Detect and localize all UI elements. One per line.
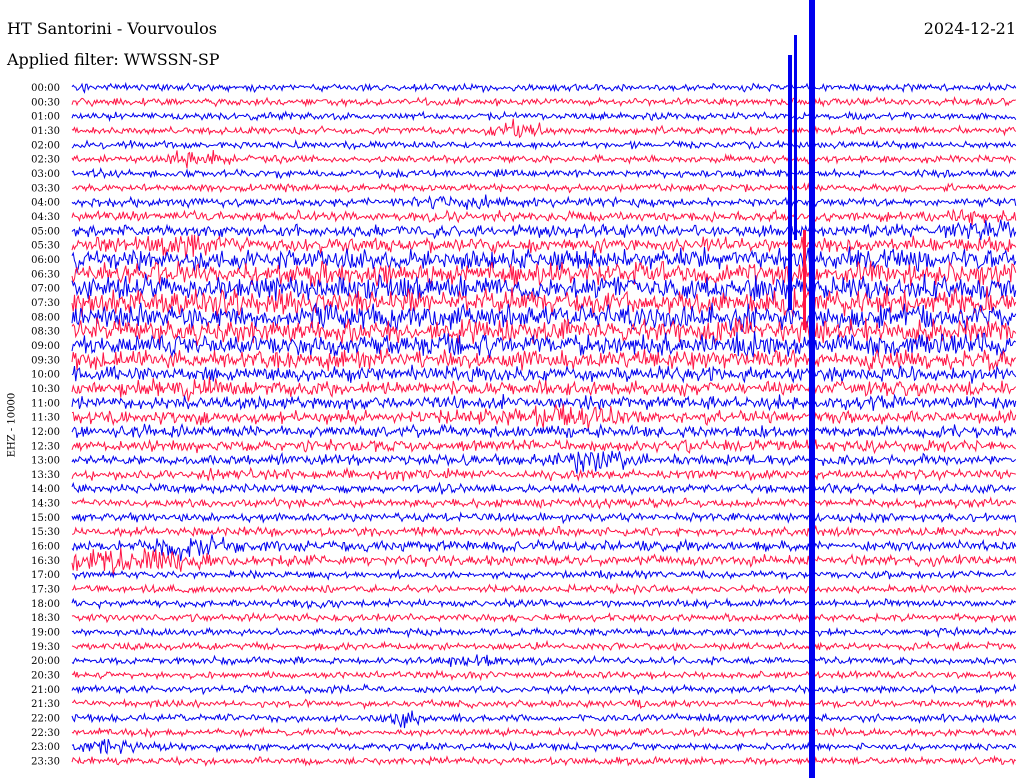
trace-row	[71, 639, 1017, 652]
row-time-label: 03:30	[31, 183, 60, 194]
row-time-label: 02:00	[31, 140, 60, 151]
row-time-label: 12:00	[31, 427, 60, 438]
row-time-label: 06:00	[31, 255, 60, 266]
trace-row	[71, 496, 1017, 510]
trace-row	[71, 450, 1017, 474]
row-time-label: 20:30	[31, 671, 60, 682]
trace-row	[71, 208, 1017, 226]
trace-row	[71, 139, 1017, 151]
trace-row	[71, 710, 1017, 729]
row-time-label: 00:30	[31, 97, 60, 108]
row-time-label: 08:30	[31, 327, 60, 338]
trace-row	[71, 697, 1017, 711]
trace-row	[71, 626, 1017, 639]
trace-row	[71, 597, 1017, 610]
row-time-label: 03:00	[31, 169, 60, 180]
row-time-label: 13:30	[31, 470, 60, 481]
trace-row	[71, 167, 1017, 180]
row-time-label: 06:30	[31, 269, 60, 280]
row-time-label: 07:30	[31, 298, 60, 309]
trace-row	[71, 466, 1016, 482]
trace-row	[71, 582, 1017, 596]
row-time-label: 23:00	[31, 742, 60, 753]
event-spike	[794, 35, 797, 240]
row-time-label: 10:30	[31, 384, 60, 395]
row-time-label: 20:00	[31, 656, 60, 667]
row-time-label: 09:00	[31, 341, 60, 352]
row-time-label: 04:30	[31, 212, 60, 223]
row-time-label: 21:00	[31, 685, 60, 696]
trace-row	[71, 194, 1017, 210]
trace-row	[71, 118, 1017, 139]
row-time-label: 09:30	[31, 355, 60, 366]
row-time-label: 01:30	[31, 126, 60, 137]
trace-row	[71, 511, 1017, 525]
trace-row	[71, 683, 1017, 696]
row-time-label: 19:00	[31, 628, 60, 639]
row-time-label: 15:30	[31, 527, 60, 538]
trace-row	[71, 611, 1017, 624]
trace-row	[71, 754, 1017, 767]
trace-row	[71, 481, 1016, 496]
row-time-label: 17:30	[31, 585, 60, 596]
row-time-label: 10:00	[31, 370, 60, 381]
row-time-label: 18:00	[31, 599, 60, 610]
row-time-label: 05:30	[31, 241, 60, 252]
trace-row	[71, 547, 1017, 575]
trace-row	[71, 534, 1017, 562]
trace-row	[71, 654, 1017, 668]
row-time-label: 12:30	[31, 441, 60, 452]
event-spike	[803, 230, 806, 330]
trace-row	[71, 393, 1017, 412]
trace-row	[71, 364, 1017, 384]
row-time-label: 02:30	[31, 155, 60, 166]
row-time-label: 16:00	[31, 542, 60, 553]
helicorder-plot: 00:00 00:30 01:00 01:30 02:00 02:30 03:00 03:30…	[31, 0, 1017, 778]
trace-row	[71, 96, 1016, 108]
row-time-label: 04:00	[31, 198, 60, 209]
row-time-label: 14:30	[31, 499, 60, 510]
trace-row	[71, 150, 1016, 169]
trace-row	[71, 438, 1017, 455]
row-time-label: 11:00	[31, 398, 60, 409]
trace-row	[71, 331, 1017, 359]
row-time-label: 17:00	[31, 570, 60, 581]
seismic-traces	[71, 0, 1017, 778]
row-time-label: 13:00	[31, 456, 60, 467]
row-time-label: 11:30	[31, 413, 60, 424]
trace-row	[71, 81, 1017, 94]
row-time-label: 22:30	[31, 728, 60, 739]
row-time-labels: 00:00 00:30 01:00 01:30 02:00 02:30 03:00 03:30…	[31, 83, 60, 768]
row-time-label: 21:30	[31, 699, 60, 710]
trace-row	[71, 726, 1017, 739]
trace-row	[71, 182, 1017, 194]
trace-row	[71, 568, 1016, 581]
row-time-label: 14:00	[31, 484, 60, 495]
row-time-label: 00:00	[31, 83, 60, 94]
trace-row	[71, 110, 1017, 123]
row-time-label: 16:30	[31, 556, 60, 567]
row-time-label: 19:30	[31, 642, 60, 653]
trace-row	[71, 219, 1017, 241]
trace-row	[71, 739, 1017, 755]
row-time-label: 01:00	[31, 112, 60, 123]
trace-row	[71, 669, 1017, 682]
row-time-label: 08:00	[31, 312, 60, 323]
trace-row	[71, 524, 1017, 538]
event-spike	[809, 0, 815, 778]
row-time-label: 05:00	[31, 226, 60, 237]
row-time-label: 22:00	[31, 714, 60, 725]
event-spike	[788, 55, 792, 310]
row-time-label: 23:30	[31, 757, 60, 768]
row-time-label: 18:30	[31, 613, 60, 624]
row-time-label: 07:00	[31, 284, 60, 295]
trace-row	[71, 348, 1017, 372]
row-time-label: 15:00	[31, 513, 60, 524]
